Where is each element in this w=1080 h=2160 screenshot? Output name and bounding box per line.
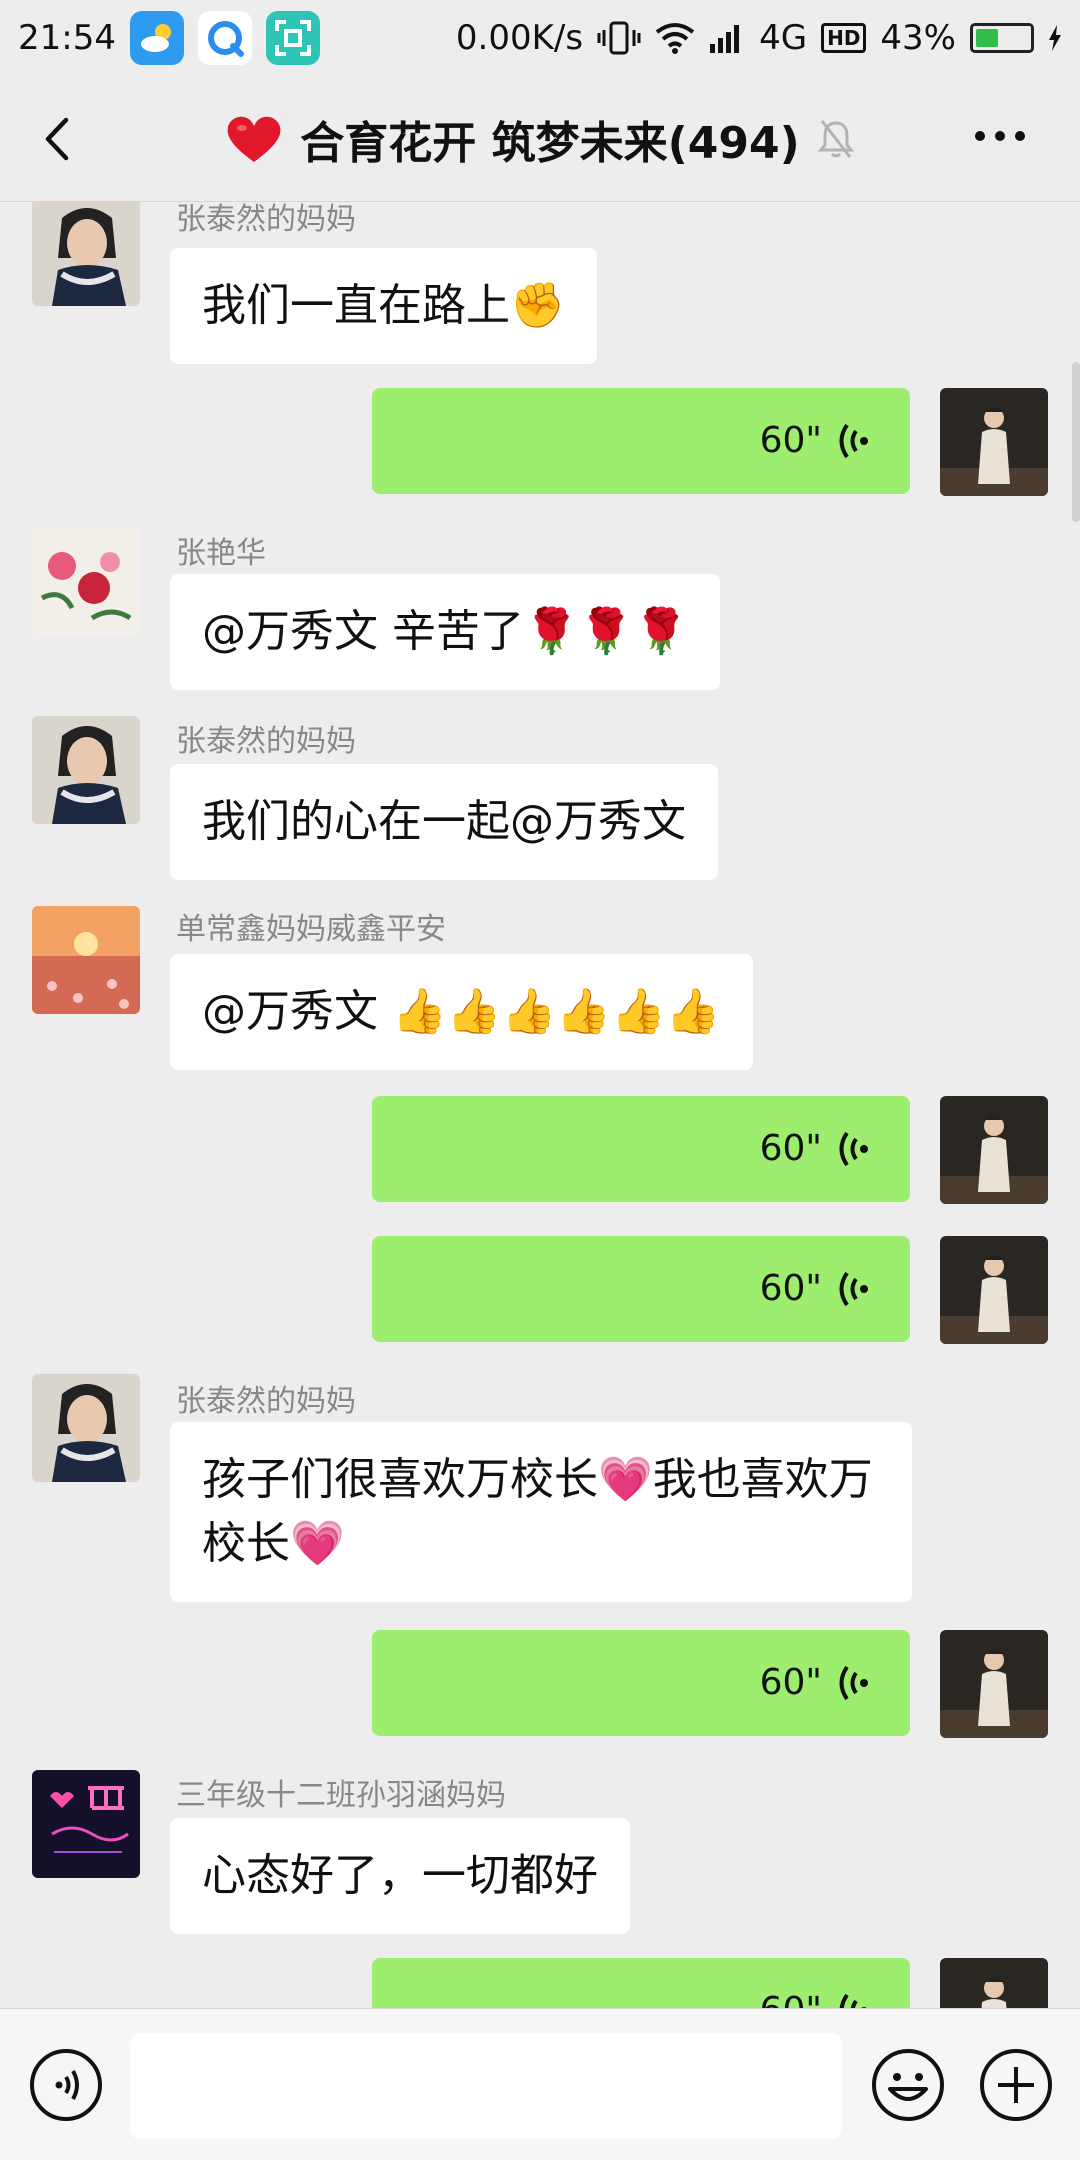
sender-name: 张泰然的妈妈 xyxy=(176,1384,356,1419)
voice-message[interactable]: 60" xyxy=(372,388,910,494)
sender-name: 单常鑫妈妈威鑫平安 xyxy=(176,912,446,947)
voice-message[interactable]: 60" xyxy=(372,1958,910,2008)
sender-name: 张泰然的妈妈 xyxy=(176,202,356,237)
voice-wave-icon xyxy=(839,1271,868,1307)
plus-icon[interactable] xyxy=(978,2047,1054,2123)
vibrate-icon xyxy=(597,21,641,55)
avatar[interactable] xyxy=(32,528,140,636)
hd-badge: HD xyxy=(821,23,867,53)
voice-duration: 60" xyxy=(759,1268,822,1309)
network-speed: 0.00K/s xyxy=(455,18,584,58)
charging-icon xyxy=(1049,25,1061,51)
voice-wave-icon xyxy=(839,423,868,459)
message-bubble[interactable]: 心态好了，一切都好 xyxy=(170,1818,630,1934)
message-bubble[interactable]: @万秀文 辛苦了🌹🌹🌹 xyxy=(170,574,721,690)
message-bubble[interactable]: 我们的心在一起@万秀文 xyxy=(170,764,718,880)
voice-message[interactable]: 60" xyxy=(372,1630,910,1736)
voice-duration: 60" xyxy=(759,1662,822,1703)
sender-name: 三年级十二班孙羽涵妈妈 xyxy=(176,1778,506,1813)
avatar[interactable] xyxy=(940,1236,1048,1344)
battery-icon xyxy=(970,23,1034,53)
avatar[interactable] xyxy=(940,1958,1048,2008)
signal-icon xyxy=(710,25,740,53)
avatar[interactable] xyxy=(940,388,1048,496)
voice-input-icon[interactable] xyxy=(28,2047,104,2123)
message-input[interactable] xyxy=(130,2033,842,2139)
chat-header: 合育花开 筑梦未来(494) xyxy=(0,76,1080,202)
voice-wave-icon xyxy=(839,1993,867,2008)
avatar[interactable] xyxy=(940,1096,1048,1204)
chat-area[interactable]: 张泰然的妈妈 我们一直在路上✊ 60" 张艳华 @万秀文 辛苦了🌹🌹🌹 张泰然的… xyxy=(0,202,1080,2008)
voice-message[interactable]: 60" xyxy=(372,1236,910,1342)
sender-name: 张艳华 xyxy=(176,536,266,571)
status-time: 21:54 xyxy=(18,18,116,58)
message-bubble[interactable]: @万秀文 👍👍👍👍👍👍 xyxy=(170,954,753,1070)
scroll-indicator xyxy=(1072,362,1080,522)
network-type: 4G xyxy=(759,18,808,58)
voice-wave-icon xyxy=(839,1131,868,1167)
avatar[interactable] xyxy=(32,1770,140,1878)
voice-duration: 60" xyxy=(760,1979,822,2008)
scan-icon xyxy=(265,11,320,65)
wifi-icon xyxy=(655,23,695,54)
cloud-weather-icon xyxy=(129,11,184,65)
input-bar xyxy=(0,2008,1080,2160)
avatar[interactable] xyxy=(32,716,140,824)
emoji-icon[interactable] xyxy=(870,2047,946,2123)
message-bubble[interactable]: 孩子们很喜欢万校长💗我也喜欢万校长💗 xyxy=(170,1422,912,1602)
voice-duration: 60" xyxy=(759,420,822,461)
avatar[interactable] xyxy=(32,1374,140,1482)
sender-name: 张泰然的妈妈 xyxy=(176,724,356,759)
voice-duration: 60" xyxy=(759,1128,822,1169)
chat-title[interactable]: 合育花开 筑梦未来(494) xyxy=(300,107,799,171)
voice-message[interactable]: 60" xyxy=(372,1096,910,1202)
more-icon[interactable] xyxy=(970,116,1030,156)
battery-percent: 43% xyxy=(880,18,956,58)
voice-wave-icon xyxy=(839,1665,868,1701)
mute-bell-icon xyxy=(817,120,854,158)
avatar[interactable] xyxy=(940,1630,1048,1738)
search-app-icon xyxy=(197,11,252,65)
avatar[interactable] xyxy=(32,202,140,306)
heart-icon xyxy=(227,116,281,162)
status-bar: 21:54 0.00K/s 4G HD 43% xyxy=(0,0,1080,76)
message-bubble[interactable]: 我们一直在路上✊ xyxy=(170,248,597,364)
avatar[interactable] xyxy=(32,906,140,1014)
